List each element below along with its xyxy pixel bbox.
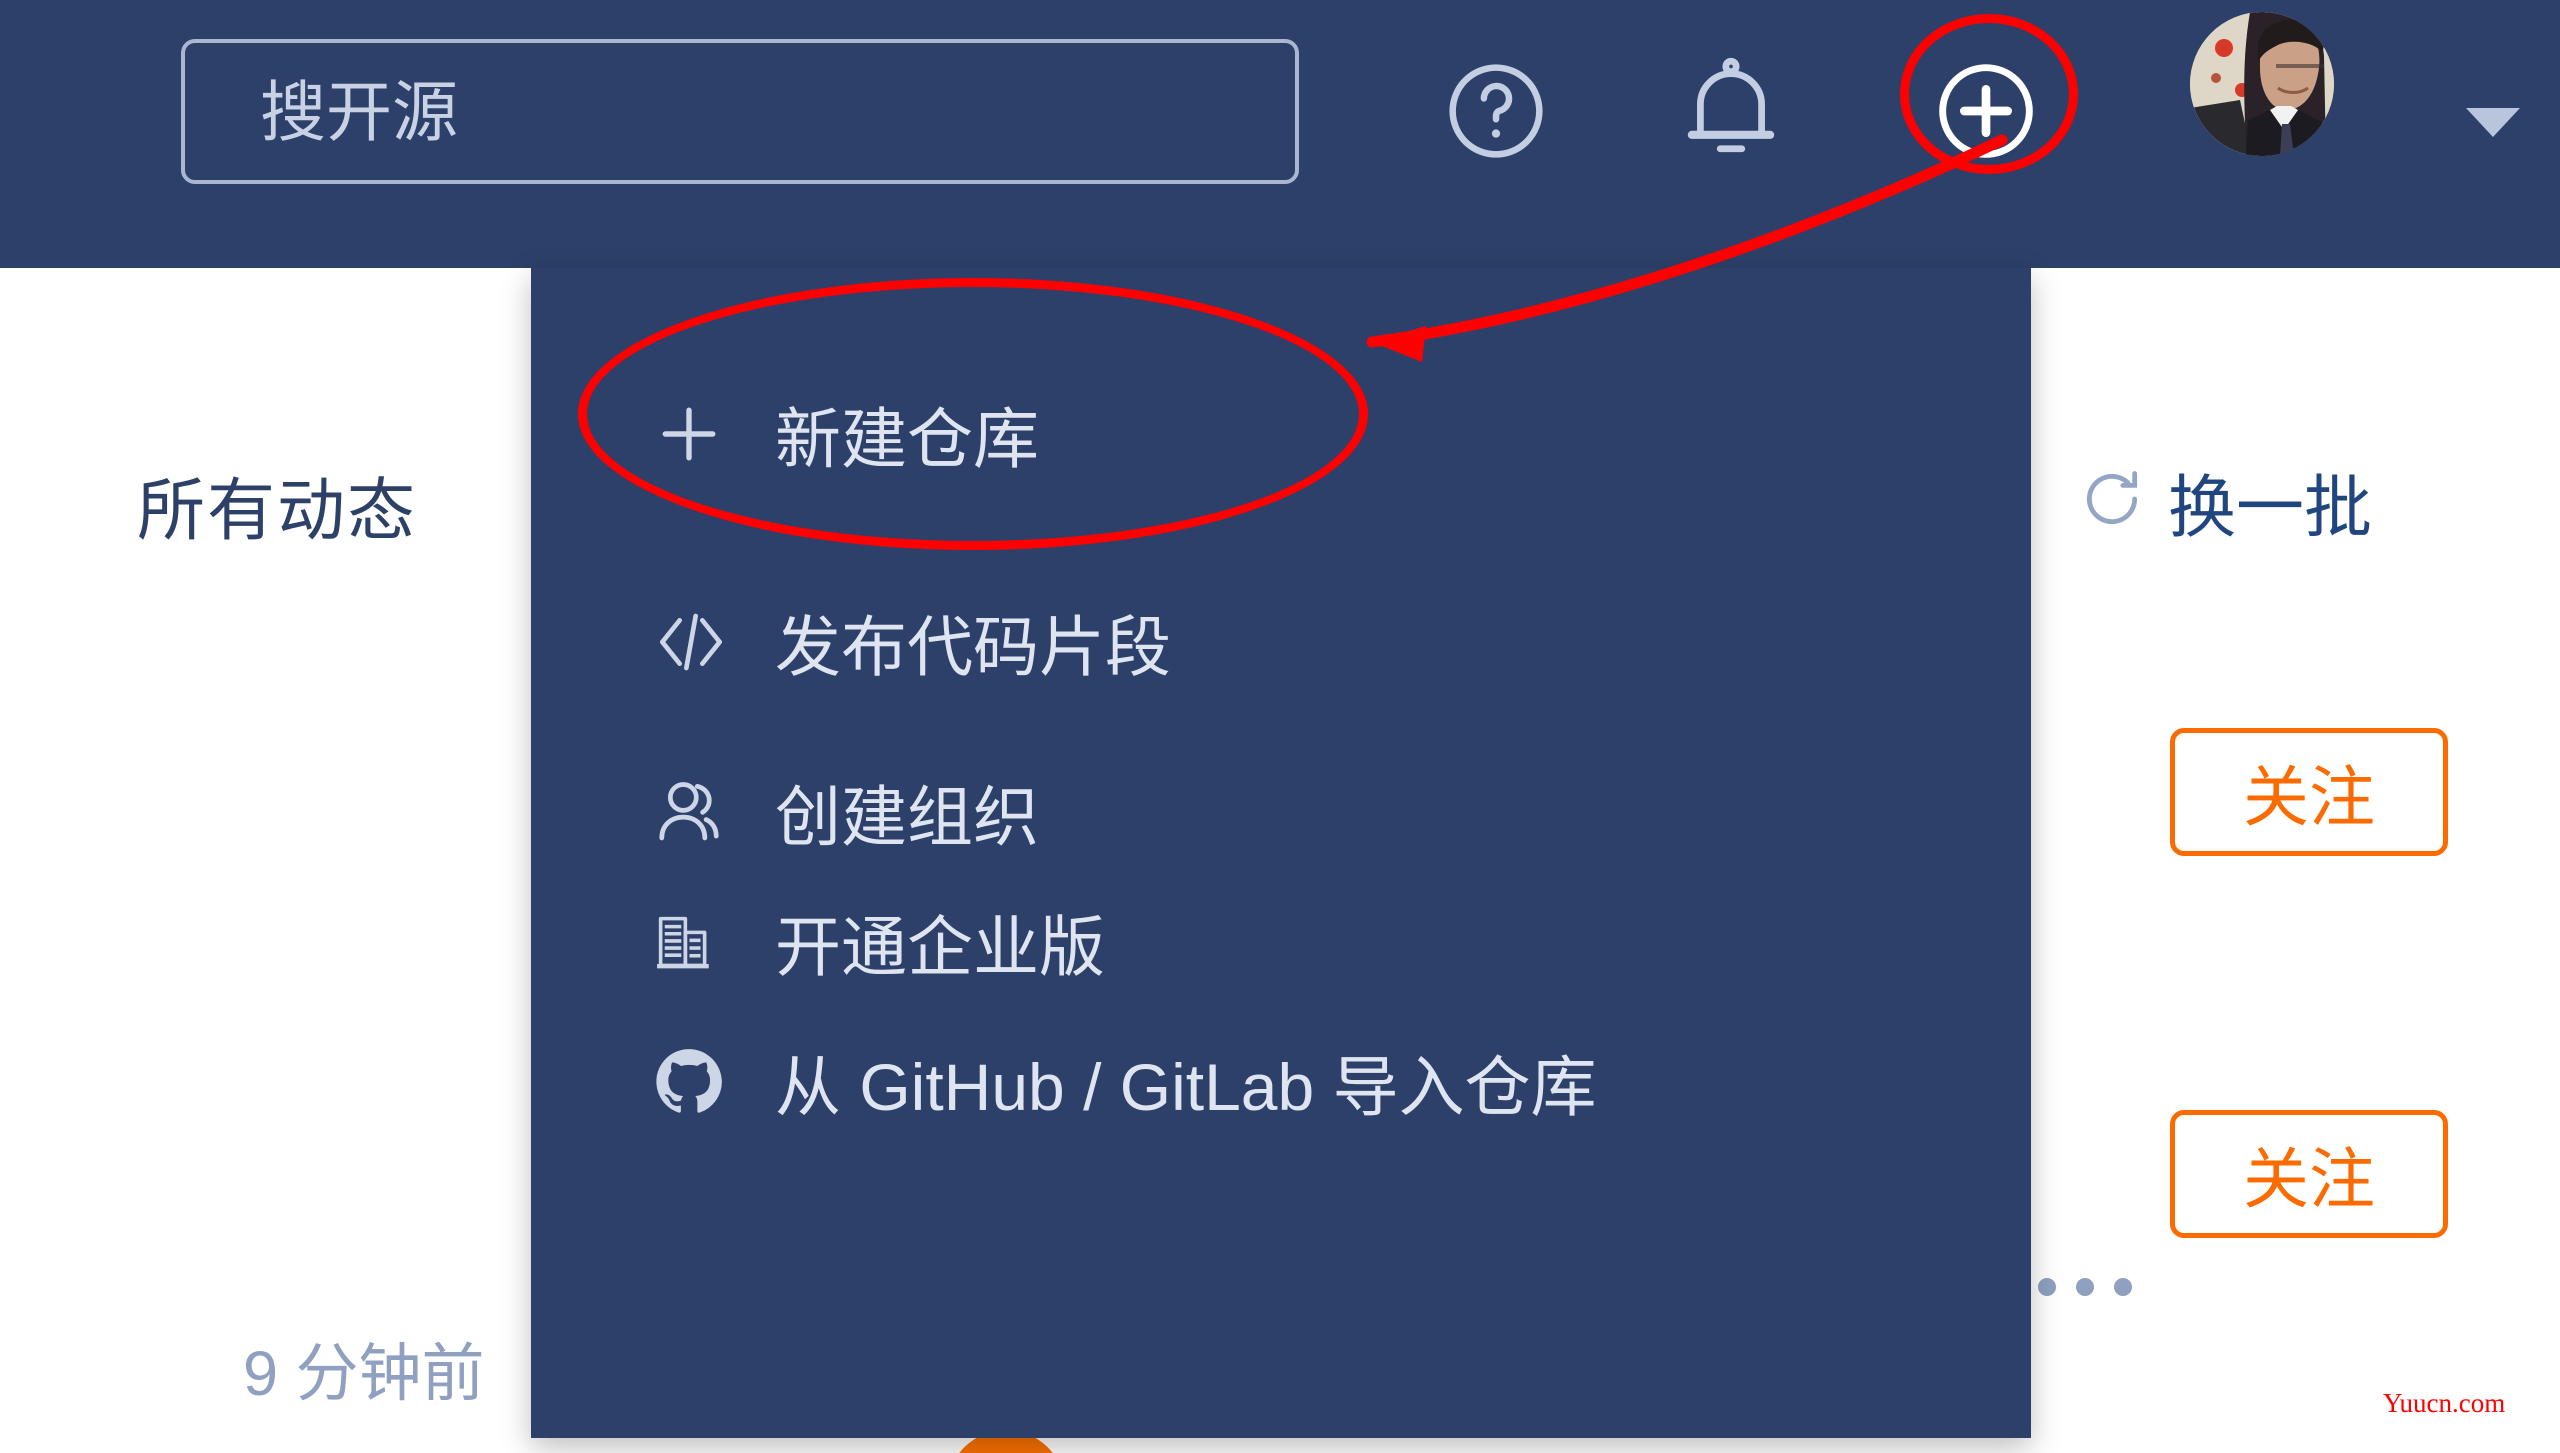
avatar[interactable]: [2190, 12, 2334, 156]
app-screen: 所有动态 换一批 关注 关注 9 分钟前 Yuucn.com 搜开源 新建仓库 …: [0, 0, 2560, 1453]
create-dropdown-menu: 新建仓库 发布代码片段 创建组织 开通企业版 从 GitHub / GitLab…: [531, 268, 2031, 1438]
follow-button[interactable]: 关注: [2170, 728, 2448, 856]
menu-item-label: 创建组织: [775, 780, 1039, 854]
search-box[interactable]: [181, 39, 1299, 184]
plus-icon: [651, 396, 761, 472]
menu-item-label: 从 GitHub / GitLab 导入仓库: [775, 1050, 1597, 1124]
refresh-batch-label: 换一批: [2168, 470, 2373, 546]
bell-icon[interactable]: [1675, 50, 1787, 172]
chevron-down-icon[interactable]: [2466, 108, 2520, 137]
person-icon: [651, 774, 761, 850]
plus-icon[interactable]: [1930, 55, 2042, 167]
menu-item-label: 新建仓库: [775, 402, 1039, 476]
refresh-batch-button[interactable]: 换一批: [2078, 452, 2372, 551]
github-icon: [651, 1044, 761, 1120]
tab-all-activity[interactable]: 所有动态: [137, 455, 417, 554]
menu-item-publish-snippet[interactable]: 发布代码片段: [531, 558, 2031, 726]
menu-item-import-repository[interactable]: 从 GitHub / GitLab 导入仓库: [531, 998, 2031, 1166]
dot: [2114, 1278, 2132, 1296]
dot: [2076, 1278, 2094, 1296]
menu-item-new-repository[interactable]: 新建仓库: [531, 350, 2031, 518]
refresh-icon: [2078, 465, 2146, 538]
more-options-icon[interactable]: [2038, 1278, 2132, 1296]
menu-item-label: 开通企业版: [775, 910, 1105, 984]
help-icon[interactable]: [1440, 55, 1552, 167]
search-input[interactable]: [185, 43, 1295, 180]
watermark: Yuucn.com: [2383, 1388, 2506, 1418]
dot: [2038, 1278, 2056, 1296]
code-icon: [651, 602, 761, 682]
building-icon: [651, 909, 761, 975]
follow-button[interactable]: 关注: [2170, 1110, 2448, 1238]
menu-item-label: 发布代码片段: [775, 610, 1171, 684]
timestamp: 9 分钟前: [243, 1339, 485, 1409]
top-header-bar: [0, 0, 2560, 268]
